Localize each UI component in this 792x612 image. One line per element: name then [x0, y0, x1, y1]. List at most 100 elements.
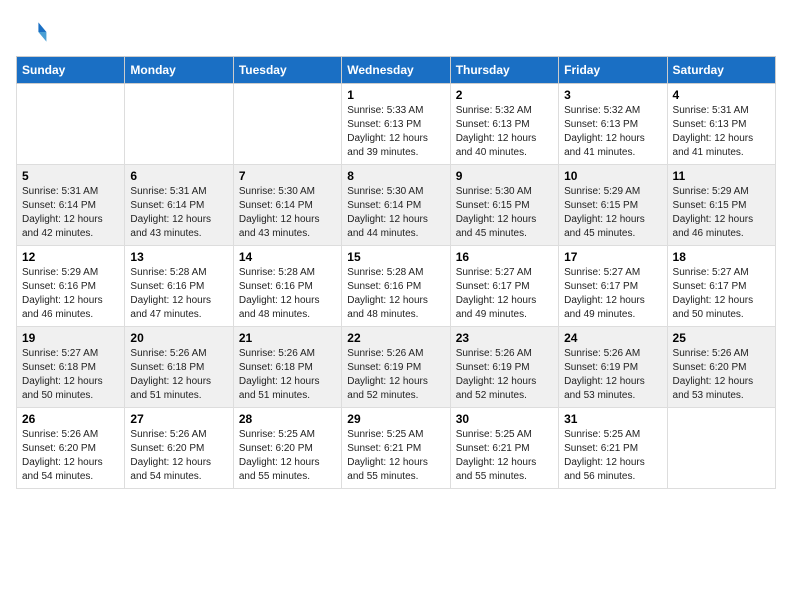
- day-number: 16: [456, 250, 553, 264]
- day-info: Sunrise: 5:26 AMSunset: 6:20 PMDaylight:…: [673, 347, 770, 403]
- day-info: Sunrise: 5:31 AMSunset: 6:13 PMDaylight:…: [673, 104, 770, 160]
- day-info: Sunrise: 5:30 AMSunset: 6:14 PMDaylight:…: [239, 185, 336, 241]
- day-info: Sunrise: 5:32 AMSunset: 6:13 PMDaylight:…: [456, 104, 553, 160]
- day-number: 26: [22, 412, 119, 426]
- day-info: Sunrise: 5:27 AMSunset: 6:17 PMDaylight:…: [456, 266, 553, 322]
- calendar-cell: 27 Sunrise: 5:26 AMSunset: 6:20 PMDayligh…: [125, 408, 233, 489]
- day-info: Sunrise: 5:28 AMSunset: 6:16 PMDaylight:…: [239, 266, 336, 322]
- calendar-cell: 1 Sunrise: 5:33 AMSunset: 6:13 PMDaylight…: [342, 84, 450, 165]
- day-info: Sunrise: 5:30 AMSunset: 6:15 PMDaylight:…: [456, 185, 553, 241]
- calendar-cell: 16 Sunrise: 5:27 AMSunset: 6:17 PMDayligh…: [450, 246, 558, 327]
- day-number: 17: [564, 250, 661, 264]
- calendar-row-1: 5 Sunrise: 5:31 AMSunset: 6:14 PMDaylight…: [17, 165, 776, 246]
- calendar-cell: 3 Sunrise: 5:32 AMSunset: 6:13 PMDaylight…: [559, 84, 667, 165]
- day-number: 10: [564, 169, 661, 183]
- day-info: Sunrise: 5:26 AMSunset: 6:20 PMDaylight:…: [130, 428, 227, 484]
- calendar-cell: 21 Sunrise: 5:26 AMSunset: 6:18 PMDayligh…: [233, 327, 341, 408]
- day-info: Sunrise: 5:26 AMSunset: 6:18 PMDaylight:…: [239, 347, 336, 403]
- day-info: Sunrise: 5:26 AMSunset: 6:18 PMDaylight:…: [130, 347, 227, 403]
- calendar-cell: 4Sunrise: 5:31 AMSunset: 6:13 PMDaylight…: [667, 84, 775, 165]
- calendar-body: 1 Sunrise: 5:33 AMSunset: 6:13 PMDaylight…: [17, 84, 776, 489]
- logo-icon: [16, 16, 48, 48]
- calendar-cell: 7Sunrise: 5:30 AMSunset: 6:14 PMDaylight…: [233, 165, 341, 246]
- page-header: [16, 16, 776, 48]
- day-info: Sunrise: 5:27 AMSunset: 6:17 PMDaylight:…: [673, 266, 770, 322]
- weekday-header-tuesday: Tuesday: [233, 57, 341, 84]
- day-info: Sunrise: 5:30 AMSunset: 6:14 PMDaylight:…: [347, 185, 444, 241]
- day-info: Sunrise: 5:33 AMSunset: 6:13 PMDaylight:…: [347, 104, 444, 160]
- day-number: 18: [673, 250, 770, 264]
- calendar-cell: 6Sunrise: 5:31 AMSunset: 6:14 PMDaylight…: [125, 165, 233, 246]
- day-info: Sunrise: 5:26 AMSunset: 6:19 PMDaylight:…: [347, 347, 444, 403]
- calendar-cell: 11 Sunrise: 5:29 AMSunset: 6:15 PMDayligh…: [667, 165, 775, 246]
- day-number: 14: [239, 250, 336, 264]
- calendar-cell: 22 Sunrise: 5:26 AMSunset: 6:19 PMDayligh…: [342, 327, 450, 408]
- day-number: 27: [130, 412, 227, 426]
- calendar-row-3: 19Sunrise: 5:27 AMSunset: 6:18 PMDayligh…: [17, 327, 776, 408]
- day-info: Sunrise: 5:29 AMSunset: 6:15 PMDaylight:…: [673, 185, 770, 241]
- calendar-cell: 28 Sunrise: 5:25 AMSunset: 6:20 PMDayligh…: [233, 408, 341, 489]
- calendar-cell: 2 Sunrise: 5:32 AMSunset: 6:13 PMDaylight…: [450, 84, 558, 165]
- day-number: 22: [347, 331, 444, 345]
- calendar-cell: [233, 84, 341, 165]
- calendar-row-0: 1 Sunrise: 5:33 AMSunset: 6:13 PMDaylight…: [17, 84, 776, 165]
- calendar-cell: [17, 84, 125, 165]
- day-info: Sunrise: 5:26 AMSunset: 6:19 PMDaylight:…: [564, 347, 661, 403]
- day-number: 28: [239, 412, 336, 426]
- day-number: 1: [347, 88, 444, 102]
- day-info: Sunrise: 5:29 AMSunset: 6:15 PMDaylight:…: [564, 185, 661, 241]
- calendar-cell: 15 Sunrise: 5:28 AMSunset: 6:16 PMDayligh…: [342, 246, 450, 327]
- calendar-cell: 24 Sunrise: 5:26 AMSunset: 6:19 PMDayligh…: [559, 327, 667, 408]
- day-number: 31: [564, 412, 661, 426]
- day-number: 9: [456, 169, 553, 183]
- day-number: 25: [673, 331, 770, 345]
- day-number: 6: [130, 169, 227, 183]
- calendar-cell: 20 Sunrise: 5:26 AMSunset: 6:18 PMDayligh…: [125, 327, 233, 408]
- weekday-header-row: SundayMondayTuesdayWednesdayThursdayFrid…: [17, 57, 776, 84]
- day-info: Sunrise: 5:25 AMSunset: 6:21 PMDaylight:…: [347, 428, 444, 484]
- calendar-cell: [667, 408, 775, 489]
- day-number: 5: [22, 169, 119, 183]
- weekday-header-wednesday: Wednesday: [342, 57, 450, 84]
- day-number: 29: [347, 412, 444, 426]
- day-info: Sunrise: 5:27 AMSunset: 6:17 PMDaylight:…: [564, 266, 661, 322]
- calendar-row-2: 12 Sunrise: 5:29 AMSunset: 6:16 PMDayligh…: [17, 246, 776, 327]
- logo: [16, 16, 52, 48]
- day-info: Sunrise: 5:31 AMSunset: 6:14 PMDaylight:…: [22, 185, 119, 241]
- calendar-cell: 10 Sunrise: 5:29 AMSunset: 6:15 PMDayligh…: [559, 165, 667, 246]
- calendar-cell: 9 Sunrise: 5:30 AMSunset: 6:15 PMDaylight…: [450, 165, 558, 246]
- calendar-row-4: 26 Sunrise: 5:26 AMSunset: 6:20 PMDayligh…: [17, 408, 776, 489]
- calendar-cell: 19Sunrise: 5:27 AMSunset: 6:18 PMDayligh…: [17, 327, 125, 408]
- calendar-cell: [125, 84, 233, 165]
- calendar-cell: 12 Sunrise: 5:29 AMSunset: 6:16 PMDayligh…: [17, 246, 125, 327]
- day-number: 24: [564, 331, 661, 345]
- day-info: Sunrise: 5:32 AMSunset: 6:13 PMDaylight:…: [564, 104, 661, 160]
- day-info: Sunrise: 5:28 AMSunset: 6:16 PMDaylight:…: [347, 266, 444, 322]
- day-number: 21: [239, 331, 336, 345]
- calendar-cell: 13Sunrise: 5:28 AMSunset: 6:16 PMDayligh…: [125, 246, 233, 327]
- day-number: 19: [22, 331, 119, 345]
- calendar-cell: 5 Sunrise: 5:31 AMSunset: 6:14 PMDaylight…: [17, 165, 125, 246]
- calendar-cell: 18 Sunrise: 5:27 AMSunset: 6:17 PMDayligh…: [667, 246, 775, 327]
- day-number: 23: [456, 331, 553, 345]
- weekday-header-saturday: Saturday: [667, 57, 775, 84]
- day-number: 3: [564, 88, 661, 102]
- day-number: 2: [456, 88, 553, 102]
- day-info: Sunrise: 5:25 AMSunset: 6:20 PMDaylight:…: [239, 428, 336, 484]
- calendar-cell: 14 Sunrise: 5:28 AMSunset: 6:16 PMDayligh…: [233, 246, 341, 327]
- day-number: 11: [673, 169, 770, 183]
- day-number: 12: [22, 250, 119, 264]
- calendar-cell: 8Sunrise: 5:30 AMSunset: 6:14 PMDaylight…: [342, 165, 450, 246]
- day-number: 15: [347, 250, 444, 264]
- day-info: Sunrise: 5:26 AMSunset: 6:19 PMDaylight:…: [456, 347, 553, 403]
- calendar-header: SundayMondayTuesdayWednesdayThursdayFrid…: [17, 57, 776, 84]
- calendar-cell: 30Sunrise: 5:25 AMSunset: 6:21 PMDayligh…: [450, 408, 558, 489]
- calendar-cell: 31Sunrise: 5:25 AMSunset: 6:21 PMDayligh…: [559, 408, 667, 489]
- weekday-header-friday: Friday: [559, 57, 667, 84]
- day-info: Sunrise: 5:29 AMSunset: 6:16 PMDaylight:…: [22, 266, 119, 322]
- calendar-table: SundayMondayTuesdayWednesdayThursdayFrid…: [16, 56, 776, 489]
- weekday-header-monday: Monday: [125, 57, 233, 84]
- calendar-cell: 23 Sunrise: 5:26 AMSunset: 6:19 PMDayligh…: [450, 327, 558, 408]
- day-info: Sunrise: 5:26 AMSunset: 6:20 PMDaylight:…: [22, 428, 119, 484]
- day-number: 20: [130, 331, 227, 345]
